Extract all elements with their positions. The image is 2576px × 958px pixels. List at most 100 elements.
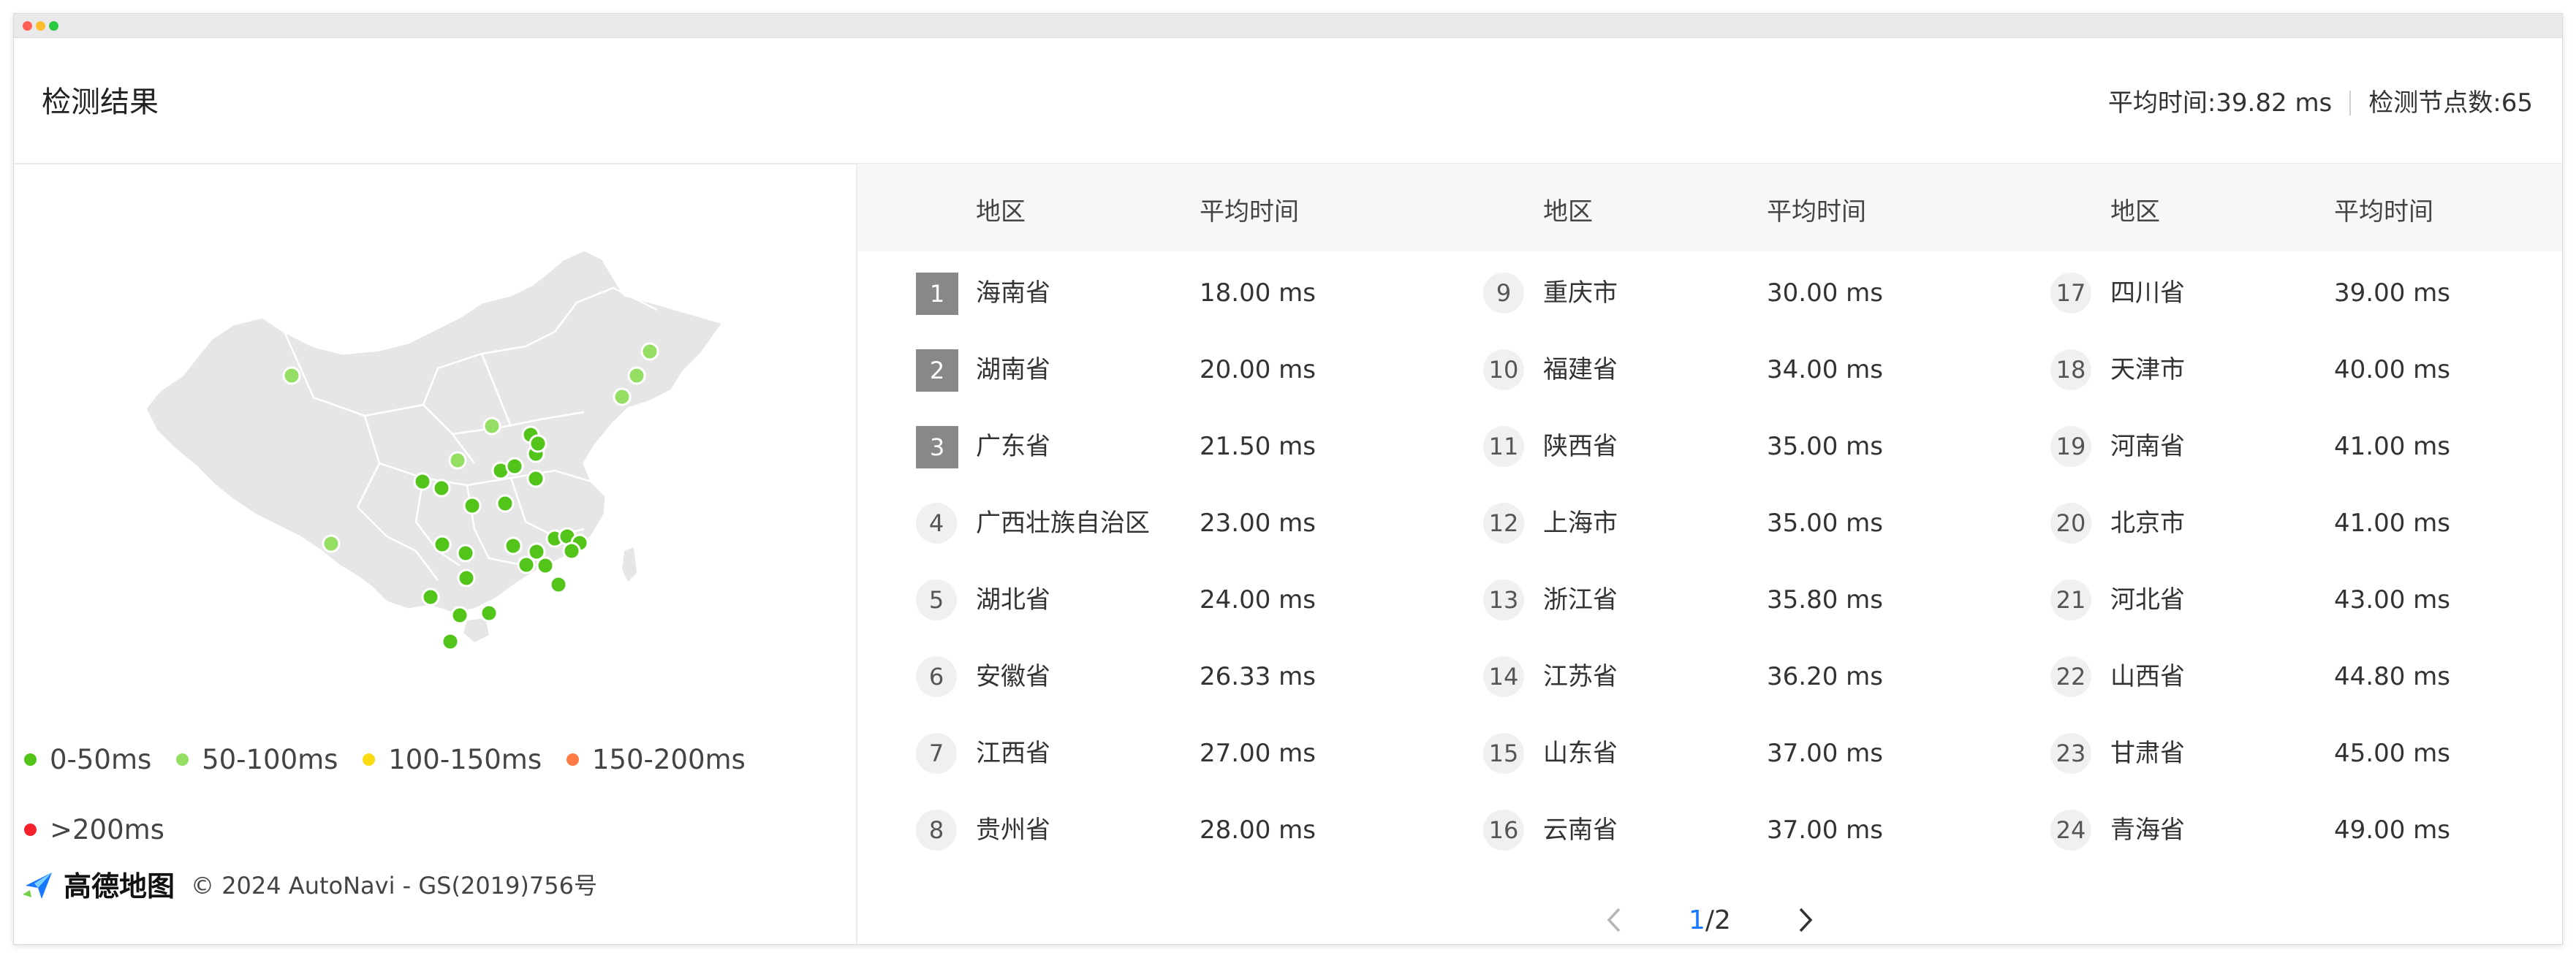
region-cell: 四川省 (2110, 278, 2185, 308)
node-marker[interactable] (480, 604, 499, 623)
table-row: 6 安徽省 26.33 ms 14 江苏省 36.20 ms 22 山西省 44.80 ms (857, 639, 2562, 715)
avg-time-cell: 40.00 ms (2334, 355, 2450, 384)
node-marker[interactable] (613, 387, 632, 406)
node-marker[interactable] (482, 417, 501, 436)
avg-time-cell: 37.00 ms (1767, 739, 1883, 768)
avg-time-cell: 37.00 ms (1767, 816, 1883, 845)
total-pages: /2 (1705, 905, 1731, 935)
rank-badge: 2 (916, 349, 958, 392)
legend-item[interactable]: 150-200ms (566, 744, 746, 776)
table-row: 3 广东省 21.50 ms 11 陕西省 35.00 ms 19 河南省 41.00 ms (857, 408, 2562, 485)
prev-page-button[interactable] (1599, 905, 1629, 935)
node-marker[interactable] (456, 544, 475, 563)
rank-badge: 4 (916, 503, 957, 544)
region-cell: 福建省 (1543, 355, 1618, 384)
amap-logo-icon (23, 872, 52, 899)
rank-badge: 3 (916, 426, 958, 468)
node-marker[interactable] (640, 342, 659, 361)
rank-badge: 8 (916, 810, 957, 851)
legend-item[interactable]: >200ms (24, 813, 164, 845)
rank-badge: 18 (2050, 349, 2091, 390)
region-cell: 甘肃省 (2110, 739, 2185, 768)
legend-item[interactable]: 100-150ms (363, 744, 542, 776)
node-marker[interactable] (432, 479, 451, 498)
avg-time-column-header: 平均时间 (1200, 197, 1299, 227)
node-marker[interactable] (526, 469, 545, 488)
rank-badge: 14 (1483, 656, 1524, 697)
legend-item[interactable]: 0-50ms (24, 744, 151, 776)
node-marker[interactable] (504, 536, 523, 555)
region-cell: 天津市 (2110, 355, 2185, 384)
node-marker[interactable] (450, 606, 469, 625)
node-marker[interactable] (549, 575, 568, 594)
panel-title: 检测结果 (42, 85, 159, 119)
node-marker[interactable] (322, 534, 341, 553)
result-window: 检测结果 平均时间:39.82 ms 检测节点数:65 0-50ms 50-10… (13, 13, 2563, 945)
node-marker[interactable] (282, 366, 301, 385)
avg-time-cell: 27.00 ms (1200, 739, 1316, 768)
node-marker[interactable] (627, 366, 646, 385)
legend-item[interactable]: 50-100ms (176, 744, 338, 776)
legend-dot-icon (24, 753, 37, 766)
node-marker[interactable] (517, 555, 536, 574)
rank-badge: 15 (1483, 733, 1524, 774)
table-row: 2 湖南省 20.00 ms 10 福建省 34.00 ms 18 天津市 40.00 ms (857, 332, 2562, 408)
node-marker[interactable] (562, 541, 581, 560)
minimize-window-button[interactable] (36, 21, 45, 31)
region-cell: 江苏省 (1543, 662, 1618, 691)
avg-time-cell: 23.00 ms (1200, 509, 1316, 538)
region-cell: 山西省 (2110, 662, 2185, 691)
china-map[interactable] (145, 244, 745, 653)
summary-stats: 平均时间:39.82 ms 检测节点数:65 (2108, 88, 2533, 118)
region-cell: 海南省 (976, 278, 1050, 308)
table-row: 8 贵州省 28.00 ms 16 云南省 37.00 ms 24 青海省 49.00 ms (857, 792, 2562, 869)
avg-time-cell: 20.00 ms (1200, 355, 1316, 384)
region-cell: 青海省 (2110, 816, 2185, 845)
rank-badge: 24 (2050, 810, 2091, 851)
node-marker[interactable] (457, 569, 476, 588)
node-marker[interactable] (441, 632, 460, 651)
region-cell: 湖北省 (976, 585, 1050, 615)
region-cell: 安徽省 (976, 662, 1050, 691)
region-cell: 贵州省 (976, 816, 1050, 845)
node-marker[interactable] (505, 457, 524, 476)
avg-time-column-header: 平均时间 (1767, 197, 1866, 227)
current-page: 1 (1689, 905, 1705, 935)
rank-badge: 17 (2050, 273, 2091, 313)
avg-time-cell: 35.80 ms (1767, 585, 1883, 615)
region-cell: 北京市 (2110, 509, 2185, 538)
avg-time-cell: 41.00 ms (2334, 509, 2450, 538)
close-window-button[interactable] (23, 21, 32, 31)
region-column-header: 地区 (2110, 197, 2160, 227)
node-marker[interactable] (421, 588, 440, 607)
node-marker[interactable] (496, 494, 515, 513)
next-page-button[interactable] (1791, 905, 1820, 935)
region-cell: 上海市 (1543, 509, 1618, 538)
region-cell: 广西壮族自治区 (976, 509, 1150, 538)
node-marker[interactable] (536, 556, 555, 575)
node-marker[interactable] (413, 472, 432, 491)
rank-badge: 7 (916, 733, 957, 774)
region-column-header: 地区 (1543, 197, 1593, 227)
node-marker[interactable] (529, 434, 548, 453)
avg-time-cell: 28.00 ms (1200, 816, 1316, 845)
rank-badge: 20 (2050, 503, 2091, 544)
avg-time-cell: 35.00 ms (1767, 509, 1883, 538)
node-marker[interactable] (448, 451, 467, 470)
rank-badge: 12 (1483, 503, 1524, 544)
rank-badge: 19 (2050, 426, 2091, 467)
region-cell: 湖南省 (976, 355, 1050, 384)
table-row: 1 海南省 18.00 ms 9 重庆市 30.00 ms 17 四川省 39.00 ms (857, 255, 2562, 332)
latency-legend: 0-50ms 50-100ms 100-150ms 150-200ms >200… (24, 741, 843, 881)
rank-badge: 10 (1483, 349, 1524, 390)
panel-header: 检测结果 平均时间:39.82 ms 检测节点数:65 (14, 38, 2562, 164)
maximize-window-button[interactable] (49, 21, 58, 31)
node-marker[interactable] (463, 496, 482, 515)
taiwan-island-shape (622, 547, 637, 582)
chevron-right-icon (1799, 908, 1813, 932)
avg-time-column-header: 平均时间 (2334, 197, 2433, 227)
avg-time-cell: 45.00 ms (2334, 739, 2450, 768)
node-marker[interactable] (433, 535, 452, 554)
region-cell: 河南省 (2110, 432, 2185, 461)
avg-time-cell: 43.00 ms (2334, 585, 2450, 615)
